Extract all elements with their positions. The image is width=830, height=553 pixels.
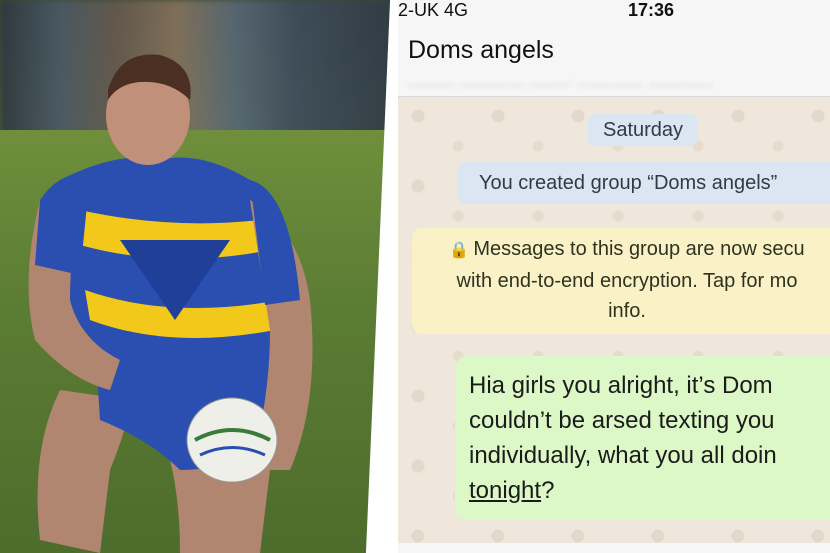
chat-header[interactable]: Doms angels _____ _______ ____, _______ … <box>398 22 830 97</box>
message-line: individually, what you all doin <box>469 442 777 469</box>
next-message-edge <box>398 543 830 553</box>
group-title[interactable]: Doms angels <box>408 36 554 65</box>
lock-icon: 🔒 <box>449 242 470 259</box>
system-message-created: You created group “Doms angels” <box>458 162 830 204</box>
encryption-notice[interactable]: 🔒 Messages to this group are now secu wit… <box>412 228 830 334</box>
status-time: 17:36 <box>628 0 675 20</box>
message-line-last: tonight? <box>469 477 555 504</box>
message-line: couldn’t be arsed texting you <box>469 407 775 434</box>
encryption-line-2: with end-to-end encryption. Tap for mo <box>456 270 798 292</box>
outgoing-message-bubble[interactable]: Hia girls you alright, it’s Dom couldn’t… <box>455 356 830 520</box>
tonight-link[interactable]: tonight <box>469 477 541 504</box>
group-members-blurred: _____ _______ ____, _______ _______ <box>408 70 715 87</box>
chat-screenshot: 2-UK 4G 17:36 Doms angels _____ _______ … <box>398 0 830 553</box>
date-pill: Saturday <box>588 114 699 146</box>
carrier-label: 2-UK 4G <box>398 0 469 20</box>
encryption-line-1: 🔒 Messages to this group are now secu <box>449 238 805 260</box>
message-line: Hia girls you alright, it’s Dom <box>469 372 773 399</box>
encryption-line-3: info. <box>608 300 646 322</box>
rugby-player-illustration <box>28 54 313 553</box>
status-bar: 2-UK 4G 17:36 <box>398 0 830 22</box>
player-photo <box>0 0 392 553</box>
